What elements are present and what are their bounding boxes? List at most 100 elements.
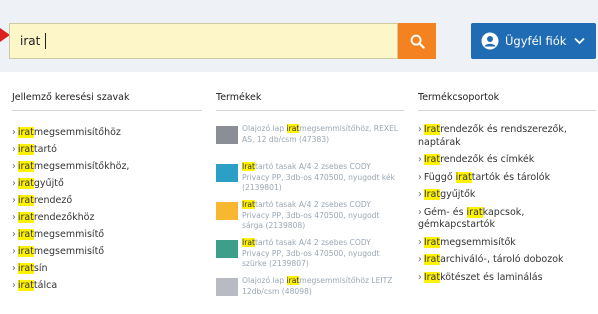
bullet-chevron-icon: › [12, 127, 16, 138]
chevron-down-icon [574, 37, 586, 45]
category-text: kötészet és laminálás [440, 271, 543, 283]
match-highlight: irat [17, 246, 34, 257]
product-name-rest: tartó tasak A/4 2 zsebes CODY Privacy PP… [242, 162, 396, 192]
product-suggestion[interactable]: Olajozó lap iratmegsemmisítőhöz, REXEL A… [214, 124, 402, 162]
category-suggestion[interactable]: › Iratrendezők és rendszerezők, naptárak [418, 124, 596, 149]
category-suggestion[interactable]: › Iratrendezők és címkék [418, 154, 596, 167]
product-name-prefix: Olajozó lap [242, 276, 287, 285]
keyword-suggestion[interactable]: › iratrendezőkhöz [12, 209, 202, 226]
product-name: Olajozó lap iratmegsemmisítőhöz, REXEL A… [242, 124, 400, 145]
product-name-rest: tartó tasak A/4 2 zsebes CODY Privacy PP… [242, 200, 380, 230]
match-highlight: Irat [242, 200, 255, 209]
product-suggestion[interactable]: Irattartó tasak A/4 2 zsebes CODY Privac… [214, 162, 402, 200]
keywords-heading: Jellemző keresési szavak [12, 92, 130, 103]
category-suggestion[interactable]: › Gém- és iratkapcsok, gémkapcstartók [418, 206, 596, 232]
product-name: Irattartó tasak A/4 2 zsebes CODY Privac… [242, 238, 400, 270]
category-prefix: Függő [423, 171, 456, 183]
product-suggestion[interactable]: Irattartó tasak A/4 2 zsebes CODY Privac… [214, 200, 402, 238]
bullet-chevron-icon: › [418, 154, 422, 165]
search-icon [410, 34, 425, 49]
category-suggestion[interactable]: › Iratkötészet és laminálás [418, 271, 596, 285]
match-highlight: Irat [423, 254, 441, 265]
bullet-chevron-icon: › [12, 178, 16, 189]
category-suggestion[interactable]: › Iratmegsemmisítők [418, 236, 596, 250]
category-suggestion[interactable]: › Függő irattartók és tárolók [418, 171, 596, 185]
keyword-suggestion[interactable]: › iratgyűjtő [12, 175, 202, 192]
match-highlight: Irat [423, 236, 441, 248]
keyword-suggestion[interactable]: › irattálca [12, 277, 202, 294]
product-name-prefix: Olajozó lap [242, 124, 287, 133]
categories-heading: Termékcsoportok [418, 92, 500, 103]
bullet-chevron-icon: › [418, 236, 422, 248]
match-highlight: Irat [242, 238, 255, 247]
products-heading: Termékek [216, 92, 262, 103]
match-highlight: irat [286, 276, 300, 285]
suggestion-text: sín [33, 263, 48, 274]
keyword-suggestion[interactable]: › iratsín [12, 260, 202, 277]
suggestion-text: tartó [33, 144, 57, 155]
search-box[interactable] [9, 23, 398, 59]
text-cursor [45, 33, 46, 49]
keyword-suggestion[interactable]: › iratmegsemmisítő [12, 243, 202, 260]
match-highlight: irat [17, 212, 34, 223]
category-text: rendezők és rendszerezők, naptárak [418, 124, 567, 148]
suggestion-text: rendező [33, 195, 73, 206]
product-thumbnail [216, 278, 238, 296]
product-name: Irattartó tasak A/4 2 zsebes CODY Privac… [242, 162, 400, 194]
match-highlight: irat [17, 280, 34, 291]
product-thumbnail [216, 126, 238, 144]
bullet-chevron-icon: › [12, 229, 16, 240]
divider [12, 110, 202, 111]
keyword-suggestion[interactable]: › iratmegsemmisítőkhöz, [12, 158, 202, 175]
bullet-chevron-icon: › [418, 271, 422, 283]
match-highlight: irat [455, 171, 472, 183]
product-name: Olajozó lap iratmegsemmisítőhöz LEITZ 12… [242, 276, 400, 297]
bullet-chevron-icon: › [12, 212, 16, 223]
match-highlight: irat [466, 206, 483, 218]
bullet-chevron-icon: › [12, 195, 16, 206]
account-button[interactable]: Ügyfél fiók [471, 23, 596, 59]
search-button[interactable] [398, 23, 436, 59]
match-highlight: Irat [423, 189, 441, 200]
match-highlight: irat [17, 263, 34, 274]
category-suggestion[interactable]: › Iratarchiváló-, tároló dobozok [418, 254, 596, 267]
divider [216, 110, 404, 111]
keyword-suggestion[interactable]: › iratmegsemmisítő [12, 226, 202, 243]
product-thumbnail [216, 240, 238, 258]
bullet-chevron-icon: › [418, 189, 422, 200]
keyword-suggestion[interactable]: › iratmegsemmisítőhöz [12, 124, 202, 141]
user-icon [481, 32, 499, 50]
product-suggestion-list: Olajozó lap iratmegsemmisítőhöz, REXEL A… [214, 124, 402, 314]
bullet-chevron-icon: › [12, 280, 16, 291]
match-highlight: irat [17, 229, 34, 240]
bullet-chevron-icon: › [12, 161, 16, 172]
suggestion-text: megsemmisítő [33, 229, 105, 240]
search-input[interactable] [20, 31, 380, 51]
keyword-suggestion-list: › iratmegsemmisítőhöz › irattartó › iratmegse… [12, 124, 202, 294]
bullet-chevron-icon: › [12, 263, 16, 274]
bullet-chevron-icon: › [418, 254, 422, 265]
match-highlight: irat [17, 195, 34, 206]
match-highlight: Irat [423, 124, 441, 135]
category-text: rendezők és címkék [440, 154, 535, 165]
suggestion-text: tálca [33, 280, 58, 291]
category-text: archiváló-, tároló dobozok [440, 254, 564, 265]
category-prefix: Gém- és [423, 206, 467, 218]
product-thumbnail [216, 164, 238, 182]
match-highlight: Irat [423, 154, 441, 165]
product-suggestion[interactable]: Olajozó lap iratmegsemmisítőhöz LEITZ 12… [214, 276, 402, 314]
bullet-chevron-icon: › [12, 144, 16, 155]
match-highlight: irat [17, 178, 34, 189]
match-highlight: irat [286, 124, 300, 133]
keyword-suggestion[interactable]: › iratrendező [12, 192, 202, 209]
match-highlight: irat [17, 144, 34, 155]
product-thumbnail [216, 202, 238, 220]
product-suggestion[interactable]: Irattartó tasak A/4 2 zsebes CODY Privac… [214, 238, 402, 276]
suggestion-text: megsemmisítőhöz [33, 127, 121, 138]
category-suggestion[interactable]: › Iratgyűjtők [418, 189, 596, 202]
product-name: Irattartó tasak A/4 2 zsebes CODY Privac… [242, 200, 400, 232]
match-highlight: Irat [423, 271, 441, 283]
keyword-suggestion[interactable]: › irattartó [12, 141, 202, 158]
match-highlight: irat [17, 127, 34, 138]
account-label: Ügyfél fiók [505, 34, 567, 48]
